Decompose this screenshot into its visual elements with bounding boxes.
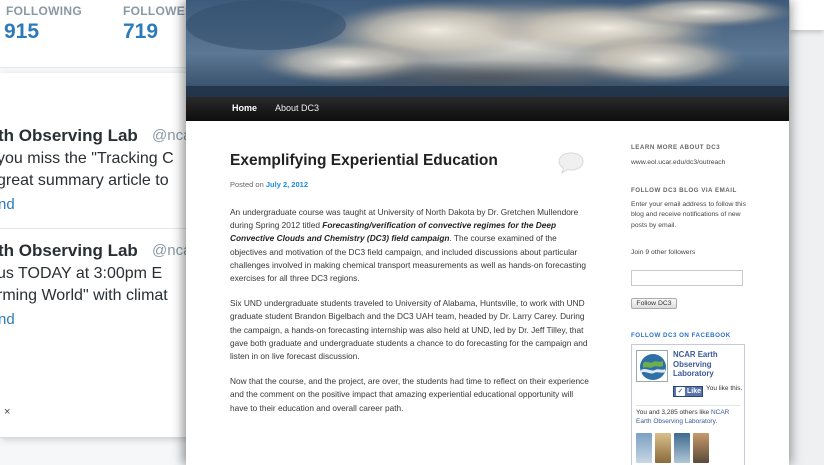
thumbs-up-icon: ✓ (675, 387, 685, 396)
post-paragraph: Now that the course, and the project, ar… (230, 376, 589, 413)
tweet-text: us TODAY at 3:00pm E (0, 265, 163, 282)
follow-dc3-button[interactable]: Follow DC3 (631, 298, 677, 309)
post-body: An undergraduate course was taught at Un… (230, 206, 590, 427)
following-label: FOLLOWING (6, 4, 83, 18)
comment-bubble-icon[interactable] (558, 152, 584, 174)
tweet-handle[interactable]: @ncar (152, 242, 189, 259)
header-cloud-image (186, 0, 789, 97)
outreach-link[interactable]: www.eol.ucar.edu/dc3/outreach (631, 158, 725, 168)
facebook-faces (636, 433, 744, 465)
facebook-widget-title: FOLLOW DC3 ON FACEBOOK (631, 332, 731, 339)
likes-count-text: You and 3,285 others like (636, 409, 711, 416)
tweet-author[interactable]: th Observing Lab (0, 126, 138, 146)
blog-window: Home About DC3 Exemplifying Experiential… (186, 0, 789, 465)
tweet-expand-link[interactable]: nd (0, 311, 15, 328)
post-meta: Posted on July 2, 2012 (230, 180, 308, 189)
nav-about-dc3[interactable]: About DC3 (275, 103, 319, 113)
facebook-divider (636, 405, 740, 406)
tweet-text: great summary article to (0, 172, 169, 189)
tweet-handle[interactable]: @ncar (152, 127, 189, 144)
follow-email-title: FOLLOW DC3 BLOG VIA EMAIL (631, 187, 737, 194)
posted-on-label: Posted on (230, 180, 264, 189)
facebook-like-box: NCAR Earth Observing Laboratory ✓ Like Yo… (631, 344, 745, 465)
fan-avatar[interactable] (636, 433, 652, 463)
twitter-window: FOLLOWING 915 FOLLOWER 719 th Observing … (0, 0, 194, 465)
cloud-photo (186, 0, 789, 97)
tweet-text: you miss the "Tracking C (0, 150, 174, 167)
post-title[interactable]: Exemplifying Experiential Education (230, 152, 498, 170)
eol-logo[interactable] (636, 350, 668, 382)
tweet-stream: th Observing Lab @ncar you miss the "Tra… (0, 73, 190, 438)
facebook-likes-summary: You and 3,285 others like NCAR Earth Obs… (636, 409, 744, 426)
tweet-expand-link[interactable]: nd (0, 196, 15, 213)
facebook-page-name[interactable]: NCAR Earth Observing Laboratory (673, 350, 743, 379)
nav-home[interactable]: Home (232, 103, 257, 113)
twitter-stats-bar: FOLLOWING 915 FOLLOWER 719 (0, 0, 194, 68)
post-paragraph: An undergraduate course was taught at Un… (230, 206, 590, 285)
tweet-text: rming World" with climat (0, 287, 168, 304)
post-date-link[interactable]: July 2, 2012 (266, 180, 308, 189)
followers-label: FOLLOWER (123, 4, 195, 18)
fan-avatar[interactable] (674, 433, 690, 463)
tweet-author[interactable]: th Observing Lab (0, 241, 138, 261)
like-label: Like (686, 388, 701, 395)
following-count[interactable]: 915 (4, 20, 39, 44)
post-paragraph: Six UND undergraduate students traveled … (230, 298, 588, 362)
email-input[interactable] (631, 270, 743, 286)
follow-email-description: Enter your email address to follow this … (631, 201, 746, 229)
background-window (790, 0, 824, 30)
globe-logo-icon (637, 351, 667, 381)
fan-avatar[interactable] (693, 433, 709, 463)
learn-more-title: LEARN MORE ABOUT DC3 (631, 144, 721, 151)
tweet-divider (0, 228, 189, 229)
fan-avatar[interactable] (655, 433, 671, 463)
main-navigation: Home About DC3 (186, 97, 789, 121)
you-like-text: You like this. (706, 385, 743, 392)
facebook-like-button[interactable]: ✓ Like (673, 386, 703, 397)
followers-count-text: Join 9 other followers (631, 249, 696, 256)
close-icon[interactable]: × (4, 406, 10, 418)
followers-count[interactable]: 719 (123, 20, 158, 44)
